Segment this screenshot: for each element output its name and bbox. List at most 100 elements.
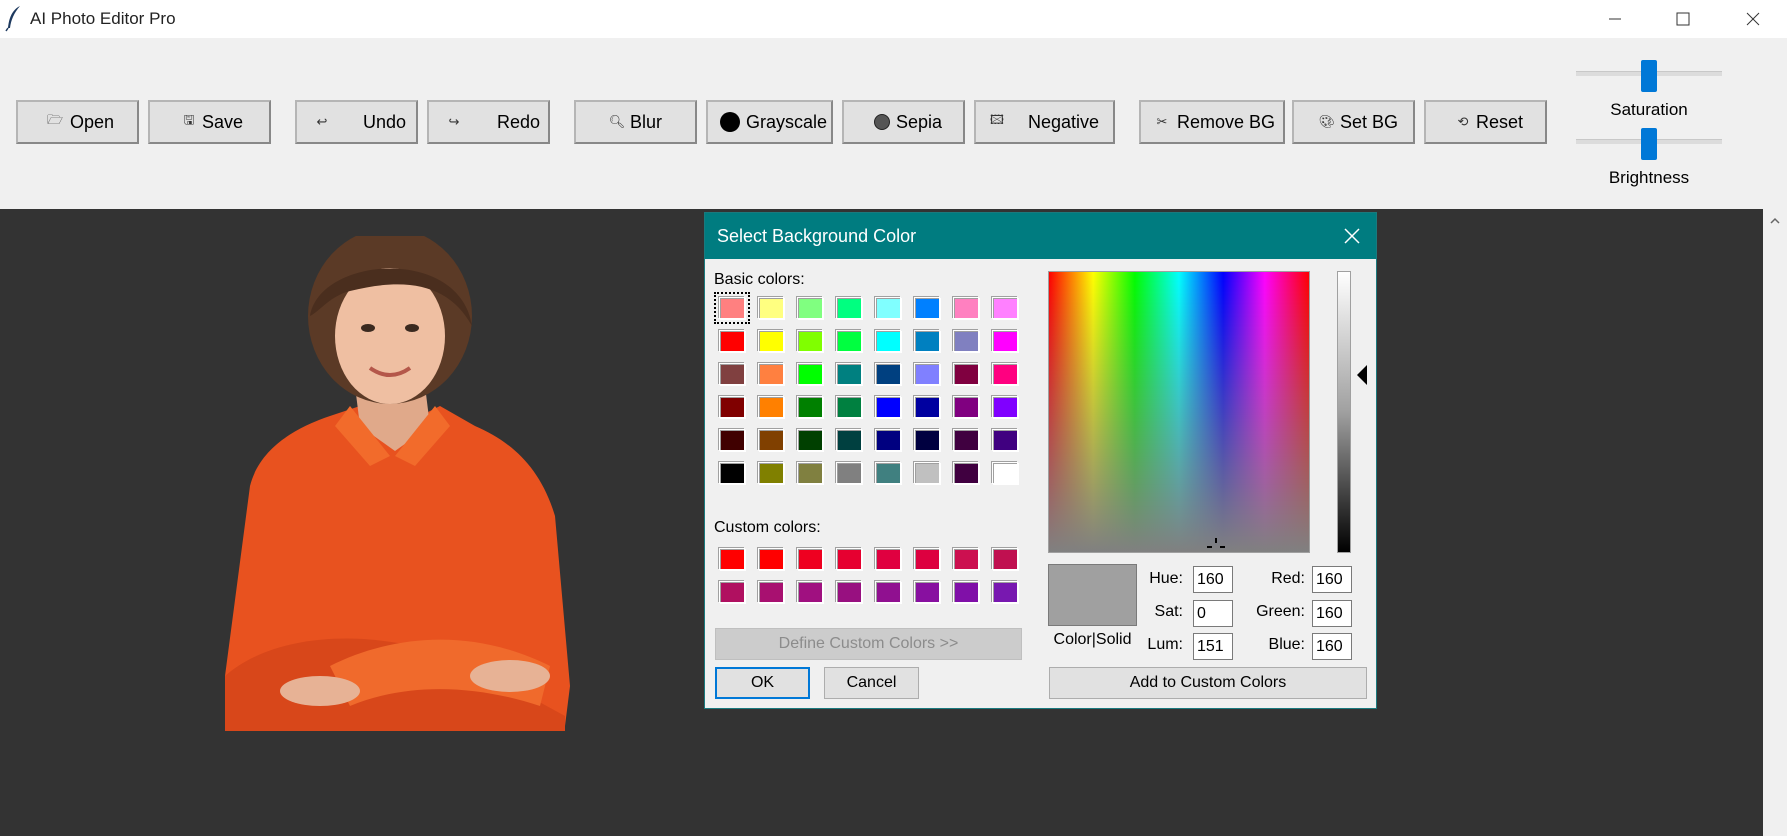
basic-color-swatch[interactable] bbox=[719, 330, 745, 352]
basic-color-swatch[interactable] bbox=[719, 462, 745, 484]
custom-color-swatch[interactable] bbox=[836, 548, 862, 570]
basic-color-swatch[interactable] bbox=[797, 363, 823, 385]
custom-color-swatch[interactable] bbox=[797, 548, 823, 570]
cancel-button[interactable]: Cancel bbox=[824, 667, 919, 699]
basic-color-swatch[interactable] bbox=[797, 396, 823, 418]
dialog-close-button[interactable] bbox=[1338, 222, 1366, 250]
saturation-thumb[interactable] bbox=[1641, 60, 1657, 92]
blue-field[interactable] bbox=[1312, 633, 1352, 660]
basic-color-swatch[interactable] bbox=[836, 297, 862, 319]
lum-field[interactable] bbox=[1193, 633, 1233, 660]
basic-color-swatch[interactable] bbox=[719, 363, 745, 385]
basic-color-swatch[interactable] bbox=[875, 429, 901, 451]
custom-color-swatch[interactable] bbox=[719, 548, 745, 570]
basic-color-swatch[interactable] bbox=[914, 396, 940, 418]
custom-color-swatch[interactable] bbox=[758, 548, 784, 570]
blur-button[interactable]: 🔍︎ Blur bbox=[574, 100, 697, 144]
basic-color-swatch[interactable] bbox=[875, 363, 901, 385]
basic-color-swatch[interactable] bbox=[914, 363, 940, 385]
custom-color-swatch[interactable] bbox=[875, 548, 901, 570]
basic-color-swatch[interactable] bbox=[875, 297, 901, 319]
luminance-arrow-icon[interactable] bbox=[1357, 365, 1367, 385]
folder-icon: 🗁 bbox=[46, 112, 64, 127]
green-field[interactable] bbox=[1312, 600, 1352, 627]
custom-color-swatch[interactable] bbox=[719, 581, 745, 603]
basic-color-swatch[interactable] bbox=[797, 429, 823, 451]
basic-color-swatch[interactable] bbox=[714, 292, 750, 324]
basic-color-swatch[interactable] bbox=[875, 330, 901, 352]
custom-color-swatch[interactable] bbox=[992, 581, 1018, 603]
custom-color-swatch[interactable] bbox=[875, 581, 901, 603]
basic-color-swatch[interactable] bbox=[953, 297, 979, 319]
hue-field[interactable] bbox=[1193, 566, 1233, 593]
basic-color-swatch[interactable] bbox=[797, 330, 823, 352]
basic-color-swatch[interactable] bbox=[953, 429, 979, 451]
basic-color-swatch[interactable] bbox=[914, 462, 940, 484]
blue-label: Blue: bbox=[1268, 636, 1305, 653]
basic-color-swatch[interactable] bbox=[719, 429, 745, 451]
brightness-thumb[interactable] bbox=[1641, 128, 1657, 160]
vertical-scrollbar[interactable] bbox=[1763, 209, 1787, 836]
custom-color-swatch[interactable] bbox=[914, 548, 940, 570]
basic-color-swatch[interactable] bbox=[914, 297, 940, 319]
basic-color-swatch[interactable] bbox=[953, 330, 979, 352]
reset-button[interactable]: ⟲ Reset bbox=[1424, 100, 1547, 144]
basic-color-swatch[interactable] bbox=[953, 462, 979, 484]
custom-color-swatch[interactable] bbox=[953, 548, 979, 570]
grayscale-button[interactable]: Grayscale bbox=[706, 100, 833, 144]
basic-color-swatch[interactable] bbox=[992, 330, 1018, 352]
basic-color-swatch[interactable] bbox=[836, 396, 862, 418]
dialog-title-bar: Select Background Color bbox=[705, 213, 1376, 259]
basic-color-swatch[interactable] bbox=[875, 396, 901, 418]
basic-color-swatch[interactable] bbox=[758, 330, 784, 352]
basic-color-swatch[interactable] bbox=[797, 462, 823, 484]
color-spectrum[interactable] bbox=[1048, 271, 1310, 553]
redo-button[interactable]: ↪ Redo bbox=[427, 100, 550, 144]
custom-color-swatch[interactable] bbox=[758, 581, 784, 603]
basic-color-swatch[interactable] bbox=[758, 363, 784, 385]
basic-color-swatch[interactable] bbox=[836, 363, 862, 385]
basic-color-swatch[interactable] bbox=[719, 396, 745, 418]
basic-color-swatch[interactable] bbox=[992, 462, 1018, 484]
sepia-button[interactable]: Sepia bbox=[842, 100, 965, 144]
basic-color-swatch[interactable] bbox=[758, 429, 784, 451]
sat-field[interactable] bbox=[1193, 600, 1233, 627]
negative-button[interactable]: 🖾 Negative bbox=[974, 100, 1115, 144]
remove-bg-button[interactable]: ✂ Remove BG bbox=[1139, 100, 1285, 144]
custom-color-swatch[interactable] bbox=[914, 581, 940, 603]
basic-color-swatch[interactable] bbox=[797, 297, 823, 319]
save-button[interactable]: 🖫 Save bbox=[148, 100, 271, 144]
basic-color-swatch[interactable] bbox=[836, 330, 862, 352]
basic-color-swatch[interactable] bbox=[914, 330, 940, 352]
basic-color-swatch[interactable] bbox=[758, 297, 784, 319]
luminance-bar[interactable] bbox=[1337, 271, 1351, 553]
basic-color-swatch[interactable] bbox=[992, 363, 1018, 385]
set-bg-button-label: Set BG bbox=[1340, 111, 1399, 132]
scroll-up-icon[interactable] bbox=[1763, 211, 1787, 231]
basic-color-swatch[interactable] bbox=[875, 462, 901, 484]
basic-color-swatch[interactable] bbox=[758, 462, 784, 484]
magnifier-icon: 🔍︎ bbox=[608, 114, 626, 129]
custom-color-swatch[interactable] bbox=[953, 581, 979, 603]
basic-colors-label: Basic colors: bbox=[714, 271, 805, 288]
basic-color-swatch[interactable] bbox=[836, 429, 862, 451]
red-field[interactable] bbox=[1312, 566, 1352, 593]
open-button[interactable]: 🗁 Open bbox=[16, 100, 139, 144]
basic-color-swatch[interactable] bbox=[992, 396, 1018, 418]
custom-color-swatch[interactable] bbox=[797, 581, 823, 603]
custom-color-swatch[interactable] bbox=[836, 581, 862, 603]
undo-button[interactable]: ↩ Undo bbox=[295, 100, 418, 144]
basic-color-swatch[interactable] bbox=[953, 363, 979, 385]
basic-color-swatch[interactable] bbox=[758, 396, 784, 418]
basic-color-swatch[interactable] bbox=[953, 396, 979, 418]
add-to-custom-colors-button[interactable]: Add to Custom Colors bbox=[1049, 667, 1367, 699]
set-bg-button[interactable]: 🎨︎ Set BG bbox=[1292, 100, 1415, 144]
negative-button-label: Negative bbox=[1028, 111, 1100, 132]
basic-color-swatch[interactable] bbox=[992, 297, 1018, 319]
basic-color-swatch[interactable] bbox=[992, 429, 1018, 451]
define-custom-colors-button[interactable]: Define Custom Colors >> bbox=[715, 628, 1022, 660]
basic-color-swatch[interactable] bbox=[836, 462, 862, 484]
custom-color-swatch[interactable] bbox=[992, 548, 1018, 570]
basic-color-swatch[interactable] bbox=[914, 429, 940, 451]
ok-button[interactable]: OK bbox=[715, 667, 810, 699]
